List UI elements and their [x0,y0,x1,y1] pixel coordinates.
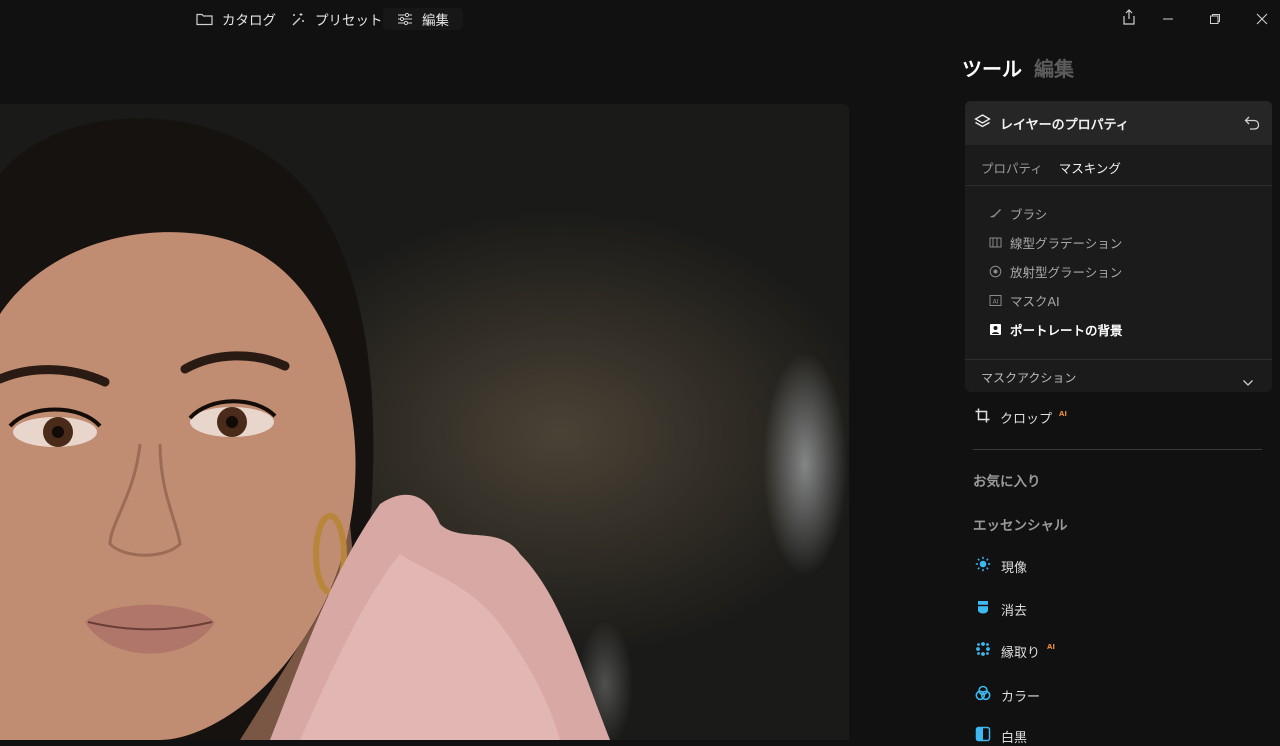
photo-canvas[interactable] [0,104,849,740]
layer-properties-title: レイヤーのプロパティ [1000,118,1129,133]
edit-title-tab[interactable]: 編集 [1034,57,1074,81]
edit-tab-label: 編集 [422,13,449,29]
sliders-icon [397,12,413,26]
ai-badge: AI [1047,643,1056,651]
tool-crop[interactable]: クロップ AI [975,408,1067,427]
tool-black-white[interactable]: 白黒 [975,726,1027,746]
crop-icon [975,408,990,427]
layer-properties-card: レイヤーのプロパティ プロパティ マスキング ブラシ 線型グラデーション 放射型… [965,101,1272,392]
color-label: カラー [1001,689,1041,705]
divider [965,185,1272,186]
crop-label: クロップ [1000,412,1053,427]
portrait-background-icon [989,323,1002,336]
edge-label: 縁取り [1001,645,1041,661]
folder-icon [196,12,213,26]
mask-tool-label: 放射型グラーション [1010,265,1123,280]
catalog-tab-label: カタログ [222,13,276,29]
mask-ai-icon: AI [989,294,1002,307]
mask-tool-mask-ai[interactable]: AI マスクAI [989,286,1123,315]
tool-color[interactable]: カラー [975,685,1040,705]
mask-tool-label: マスクAI [1010,294,1060,309]
portrait-photo [0,118,610,740]
magic-wand-icon [290,11,306,27]
mask-tool-list: ブラシ 線型グラデーション 放射型グラーション AI マスクAI ポートレートの… [989,199,1123,344]
color-icon [975,685,991,705]
mask-actions-label: マスクアクション [981,371,1077,385]
edit-tab[interactable]: 編集 [383,8,463,30]
erase-label: 消去 [1001,603,1028,619]
mask-tool-linear-gradient[interactable]: 線型グラデーション [989,228,1123,257]
erase-icon [975,599,991,619]
mask-tool-portrait-background[interactable]: ポートレートの背景 [989,315,1123,344]
panel-title: ツール 編集 [962,53,1074,82]
tab-masking[interactable]: マスキング [1059,158,1121,177]
catalog-tab[interactable]: カタログ [196,8,276,30]
brush-icon [989,207,1002,220]
black-white-label: 白黒 [1001,730,1028,746]
mask-tool-radial-gradient[interactable]: 放射型グラーション [989,257,1123,286]
presets-tab-label: プリセット [315,13,383,29]
radial-gradient-icon [989,265,1002,278]
tools-title-tab[interactable]: ツール [962,57,1022,81]
tab-properties[interactable]: プロパティ [981,158,1043,177]
chevron-down-icon[interactable] [1242,372,1254,391]
divider [965,359,1272,360]
divider [973,449,1262,450]
ai-badge: AI [1059,409,1068,418]
mask-tool-brush[interactable]: ブラシ [989,199,1123,228]
linear-gradient-icon [989,236,1002,249]
mask-actions-row[interactable]: マスクアクション [981,369,1076,386]
black-white-icon [975,726,991,746]
layer-properties-header[interactable]: レイヤーのプロパティ [965,101,1272,145]
presets-tab[interactable]: プリセット [290,8,383,30]
develop-label: 現像 [1001,560,1028,576]
develop-icon [975,556,991,576]
essentials-section[interactable]: エッセンシャル [973,514,1068,534]
tool-erase[interactable]: 消去 [975,599,1027,619]
layers-icon [974,113,991,134]
undo-icon[interactable] [1244,115,1260,134]
mask-tool-label: ポートレートの背景 [1010,323,1123,338]
layer-tabs: プロパティ マスキング [981,158,1121,177]
tools-panel: ツール 編集 レイヤーのプロパティ プロパティ マスキング ブラシ 線型グラデー… [949,0,1280,746]
mask-tool-label: 線型グラデーション [1010,236,1123,251]
tool-edge[interactable]: 縁取り AI [975,641,1055,661]
edge-icon [975,641,991,661]
mask-tool-label: ブラシ [1010,207,1048,222]
favorites-section[interactable]: お気に入り [973,470,1041,490]
svg-text:AI: AI [993,298,999,305]
tool-develop[interactable]: 現像 [975,556,1027,576]
